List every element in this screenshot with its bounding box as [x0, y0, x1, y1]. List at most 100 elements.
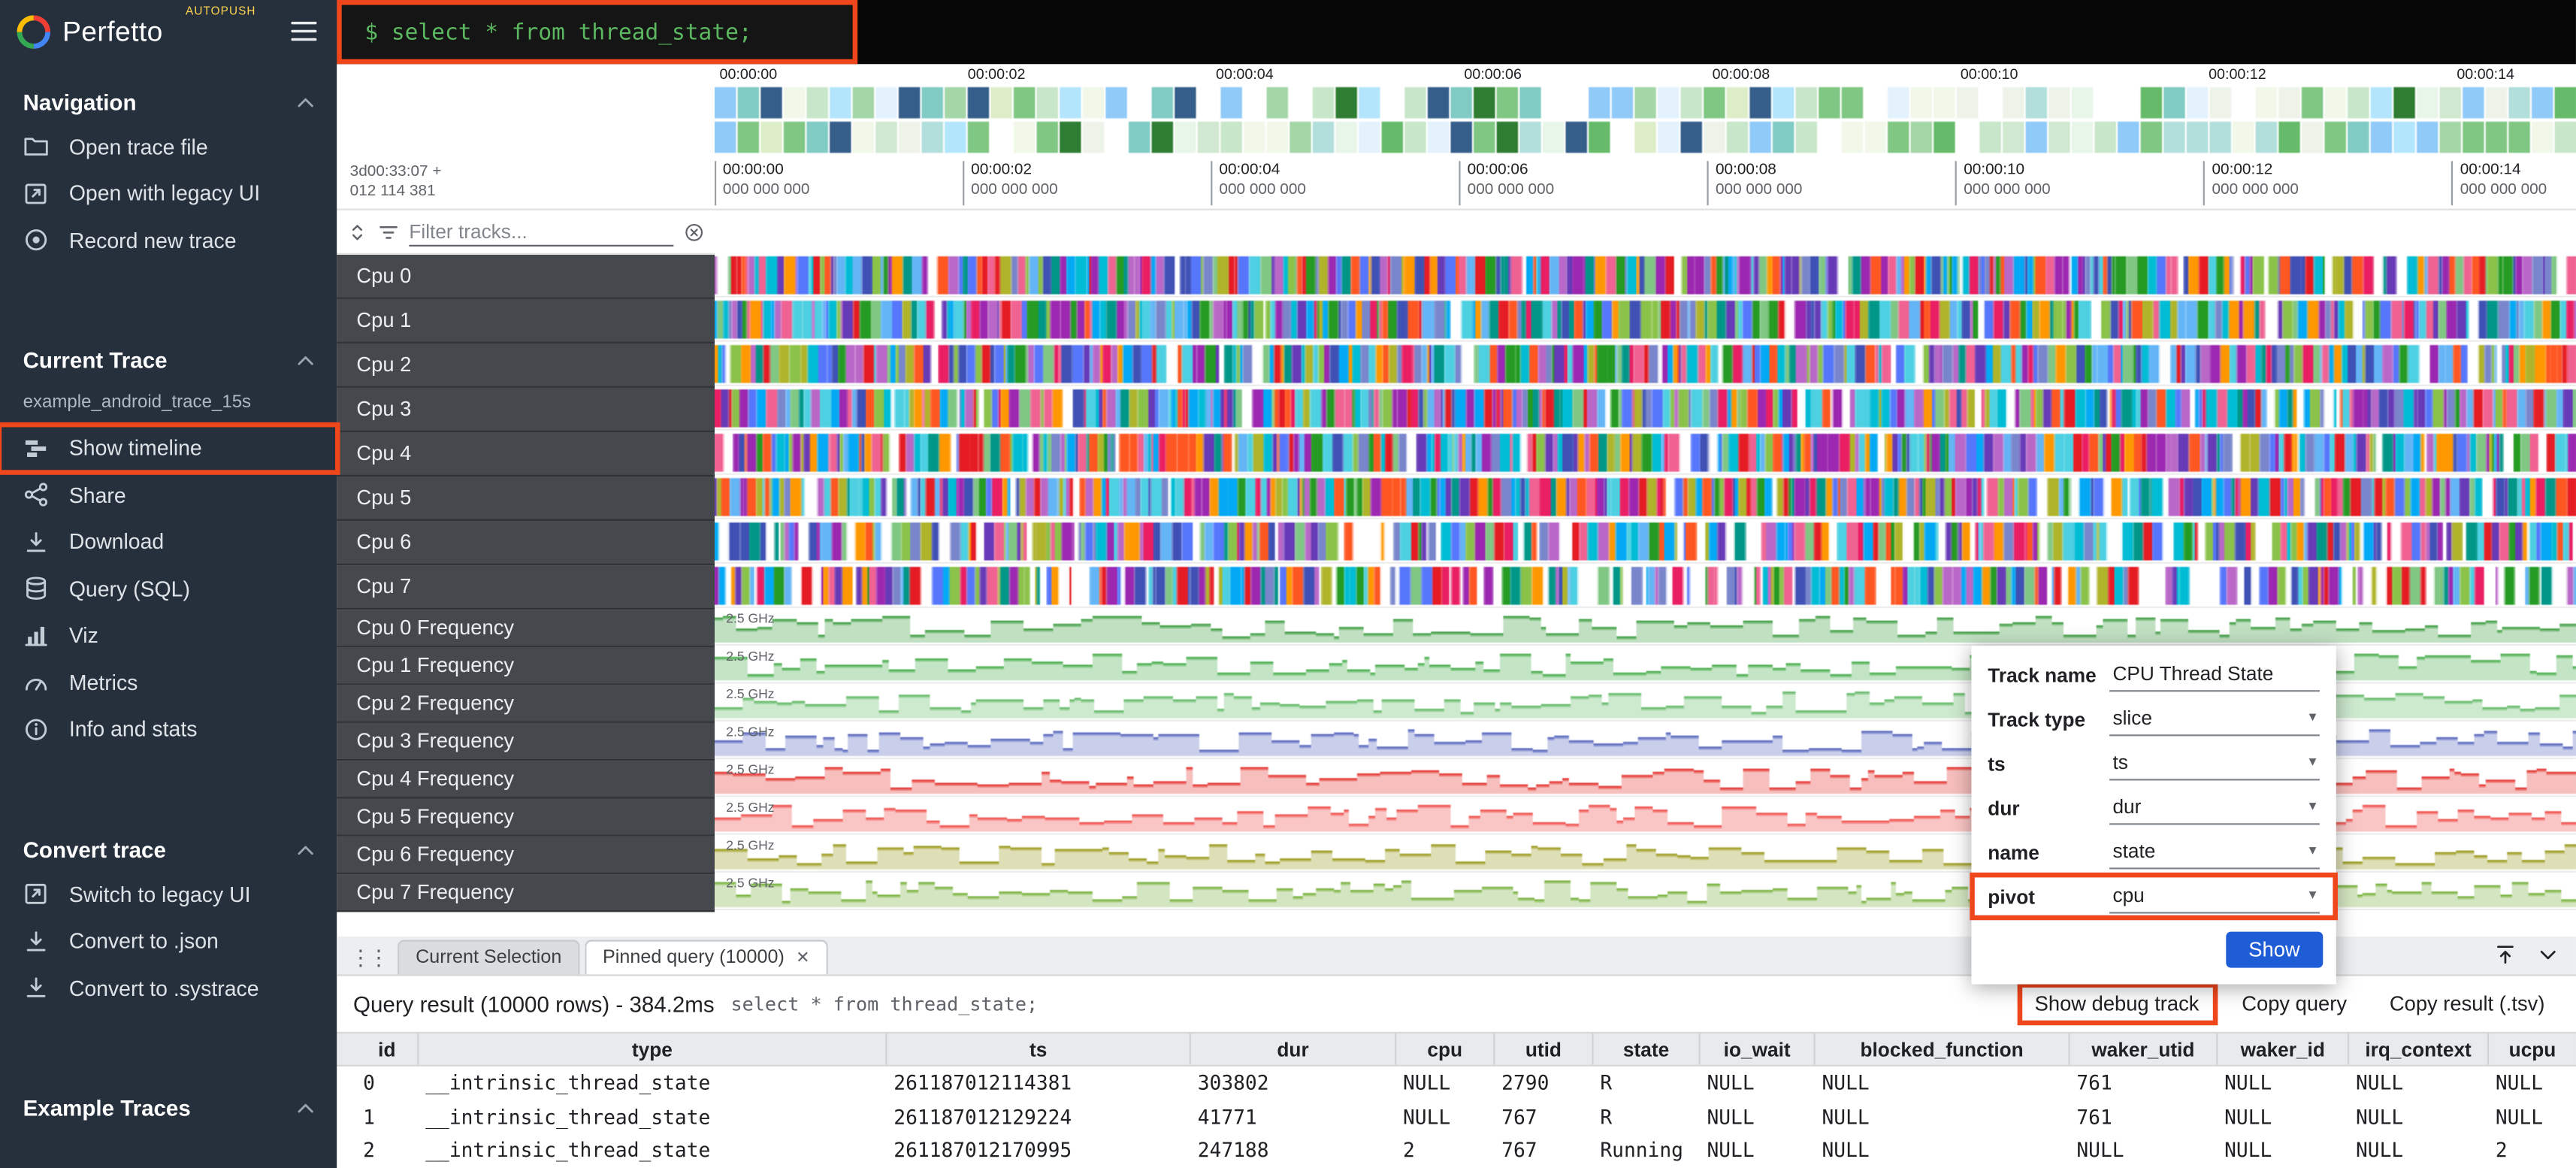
track-label-cpu-6[interactable]: Cpu 6	[337, 521, 715, 565]
track-label-cpu-3[interactable]: Cpu 3	[337, 388, 715, 432]
collapse-expand-icon[interactable]	[346, 221, 367, 242]
overview-time-label: 00:00:14	[2457, 65, 2514, 82]
download-icon	[23, 528, 50, 555]
sidebar-item-query-sql[interactable]: Query (SQL)	[0, 565, 337, 612]
sched-track-canvas[interactable]	[715, 521, 2576, 564]
dialog-select-name[interactable]: state▾	[2109, 836, 2320, 869]
track-label-cpu-2[interactable]: Cpu 2	[337, 343, 715, 388]
tab-pinned-query-10000[interactable]: Pinned query (10000)✕	[585, 940, 828, 975]
track-label-cpu-1-frequency[interactable]: Cpu 1 Frequency	[337, 647, 715, 685]
sidebar-section-header-convert-trace[interactable]: Convert trace	[0, 828, 337, 871]
track-label-cpu-1[interactable]: Cpu 1	[337, 299, 715, 343]
sidebar-item-convert-to-json[interactable]: Convert to .json	[0, 918, 337, 964]
track-label-cpu-2-frequency[interactable]: Cpu 2 Frequency	[337, 685, 715, 723]
sidebar-item-viz[interactable]: Viz	[0, 612, 337, 658]
sidebar-item-record-new-trace[interactable]: Record new trace	[0, 217, 337, 264]
copy-result-tsv-button[interactable]: Copy result (.tsv)	[2375, 986, 2559, 1022]
sidebar-item-open-trace-file[interactable]: Open trace file	[0, 123, 337, 170]
table-cell: NULL	[2218, 1067, 2349, 1100]
sidebar-item-show-timeline[interactable]: Show timeline	[0, 425, 337, 471]
copy-query-button[interactable]: Copy query	[2227, 986, 2362, 1022]
track-label-cpu-0[interactable]: Cpu 0	[337, 255, 715, 299]
table-cell: 0	[356, 1067, 419, 1100]
column-header-ts[interactable]: ts	[887, 1033, 1191, 1065]
dialog-select-track-type[interactable]: slice▾	[2109, 703, 2320, 736]
track-label-cpu-5[interactable]: Cpu 5	[337, 477, 715, 521]
show-button[interactable]: Show	[2226, 932, 2324, 968]
sidebar-item-download[interactable]: Download	[0, 519, 337, 565]
sidebar-item-label: Record new trace	[69, 228, 237, 253]
sidebar-item-open-with-legacy-ui[interactable]: Open with legacy UI	[0, 170, 337, 216]
dialog-input-track-name[interactable]: CPU Thread State	[2109, 658, 2320, 691]
query-omnibox[interactable]: $ select * from thread_state;	[340, 3, 854, 61]
overview-heatmap-canvas[interactable]	[715, 86, 2576, 155]
column-header-type[interactable]: type	[419, 1033, 887, 1065]
query-result-sql: select * from thread_state;	[731, 992, 1039, 1015]
column-header-id[interactable]: id	[356, 1033, 419, 1065]
sidebar-section-header-current-trace[interactable]: Current Trace	[0, 339, 337, 382]
track-label-cpu-3-frequency[interactable]: Cpu 3 Frequency	[337, 723, 715, 761]
column-header-irq-context[interactable]: irq_context	[2349, 1033, 2489, 1065]
column-header-state[interactable]: state	[1594, 1033, 1701, 1065]
tab-current-selection[interactable]: Current Selection	[398, 940, 579, 975]
track-label-cpu-6-frequency[interactable]: Cpu 6 Frequency	[337, 837, 715, 874]
sidebar-item-switch-to-legacy-ui[interactable]: Switch to legacy UI	[0, 871, 337, 918]
column-header-utid[interactable]: utid	[1495, 1033, 1593, 1065]
column-header-ucpu[interactable]: ucpu	[2489, 1033, 2576, 1065]
track-label-cpu-0-frequency[interactable]: Cpu 0 Frequency	[337, 610, 715, 647]
column-header-blocked-function[interactable]: blocked_function	[1816, 1033, 2070, 1065]
table-cell: NULL	[2349, 1067, 2489, 1100]
sidebar-item-metrics[interactable]: Metrics	[0, 659, 337, 706]
sidebar-item-convert-to-systrace[interactable]: Convert to .systrace	[0, 964, 337, 1011]
dialog-field-track-name: Track nameCPU Thread State	[1971, 652, 2336, 697]
sidebar-item-share[interactable]: Share	[0, 471, 337, 518]
dialog-select-ts[interactable]: ts▾	[2109, 747, 2320, 780]
track-row-cpu-4: Cpu 4	[337, 432, 2576, 477]
show-debug-track-button[interactable]: Show debug track	[2020, 986, 2214, 1022]
menu-icon[interactable]	[289, 17, 319, 46]
sidebar-item-info-and-stats[interactable]: Info and stats	[0, 706, 337, 752]
counter-track-canvas[interactable]	[715, 610, 2576, 646]
filter-tracks-input[interactable]: Filter tracks...	[409, 217, 673, 247]
sidebar-section-title: Navigation	[23, 89, 137, 114]
dialog-select-dur[interactable]: dur▾	[2109, 791, 2320, 825]
column-header-io-wait[interactable]: io_wait	[1701, 1033, 1816, 1065]
sidebar-section-header-navigation[interactable]: Navigation	[0, 80, 337, 123]
sidebar-item-label: Show timeline	[69, 436, 202, 461]
sched-track-canvas[interactable]	[715, 388, 2576, 431]
sched-track-canvas[interactable]	[715, 255, 2576, 298]
expand-panel-icon[interactable]	[2494, 943, 2517, 967]
column-header-dur[interactable]: dur	[1191, 1033, 1396, 1065]
track-label-cpu-7-frequency[interactable]: Cpu 7 Frequency	[337, 874, 715, 912]
overview-time-label: 00:00:08	[1713, 65, 1770, 82]
download-icon	[23, 975, 50, 1001]
filter-icon	[378, 221, 399, 242]
counter-scale-label: 2.5 GHz	[726, 800, 774, 815]
table-cell: NULL	[1701, 1133, 1816, 1167]
clear-filter-icon[interactable]	[683, 221, 704, 242]
track-label-cpu-5-frequency[interactable]: Cpu 5 Frequency	[337, 798, 715, 836]
column-header-waker-id[interactable]: waker_id	[2218, 1033, 2349, 1065]
sched-track-canvas[interactable]	[715, 343, 2576, 386]
sched-track-canvas[interactable]	[715, 432, 2576, 475]
sidebar-item-label: Switch to legacy UI	[69, 882, 251, 906]
sched-track-canvas[interactable]	[715, 477, 2576, 519]
drag-handle-icon[interactable]: ⋮⋮	[350, 946, 386, 967]
track-label-cpu-4[interactable]: Cpu 4	[337, 432, 715, 477]
table-cell: NULL	[1396, 1067, 1495, 1100]
time-ruler: 3d00:33:07 + 012 114 381 00:00:00000 000…	[337, 156, 2576, 210]
column-header-cpu[interactable]: cpu	[1396, 1033, 1495, 1065]
track-label-cpu-7[interactable]: Cpu 7	[337, 565, 715, 610]
close-icon[interactable]: ✕	[796, 949, 809, 967]
dialog-footer: Show	[1971, 918, 2336, 968]
sidebar-section-header-example-traces[interactable]: Example Traces	[0, 1087, 337, 1130]
dialog-field-label: Track name	[1988, 663, 2109, 686]
dialog-field-value: cpu	[2112, 883, 2144, 906]
dialog-select-pivot[interactable]: cpu▾	[2109, 880, 2320, 913]
track-label-cpu-4-frequency[interactable]: Cpu 4 Frequency	[337, 761, 715, 798]
collapse-panel-icon[interactable]	[2536, 943, 2559, 967]
column-header-waker-utid[interactable]: waker_utid	[2070, 1033, 2218, 1065]
ruler-time-label: 00:00:12000 000 000	[2204, 161, 2299, 205]
sched-track-canvas[interactable]	[715, 565, 2576, 608]
sched-track-canvas[interactable]	[715, 299, 2576, 342]
